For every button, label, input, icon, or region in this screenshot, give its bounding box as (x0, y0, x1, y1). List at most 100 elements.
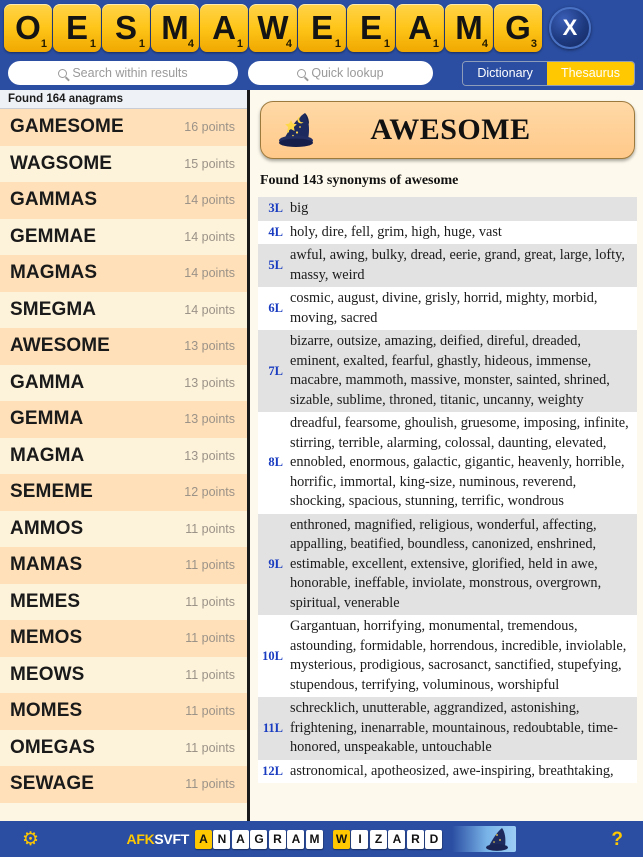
letter-tile-value: 1 (89, 38, 96, 50)
table-row[interactable]: SEMEME 12 points (0, 474, 247, 511)
synonym-length-label[interactable]: 4L (258, 221, 288, 245)
title-tile: R (268, 829, 286, 849)
anagram-word: SMEGMA (10, 298, 97, 320)
table-row[interactable]: OMEGAS 11 points (0, 729, 247, 766)
anagram-word: WAGSOME (10, 152, 113, 174)
anagram-points: 14 points (184, 302, 235, 317)
selected-word-card[interactable]: AWESOME (260, 101, 635, 159)
synonym-length-label[interactable]: 7L (258, 330, 288, 412)
table-row[interactable]: GAMMA 13 points (0, 364, 247, 401)
search-within-results-input[interactable]: Search within results (8, 61, 238, 85)
letter-tile[interactable]: O1 (4, 4, 52, 52)
anagram-points: 11 points (185, 558, 235, 573)
selected-word-label: AWESOME (370, 113, 531, 146)
anagram-word: MAMAS (10, 554, 83, 576)
help-icon[interactable]: ? (611, 830, 623, 849)
synonym-length-label[interactable]: 3L (258, 197, 288, 221)
table-row[interactable]: GAMMAS 14 points (0, 182, 247, 219)
synonym-group-row: 10L Gargantuan, horrifying, monumental, t… (258, 615, 637, 697)
table-row[interactable]: MOMES 11 points (0, 693, 247, 730)
letter-tile[interactable]: A1 (396, 4, 444, 52)
synonym-words: Gargantuan, horrifying, monumental, trem… (290, 618, 627, 693)
table-row[interactable]: GEMMAE 14 points (0, 218, 247, 255)
table-row[interactable]: MEOWS 11 points (0, 656, 247, 693)
anagram-word: AMMOS (10, 517, 84, 539)
letter-tiles: O1E1S1M4A1W4E1E1A1M4G3 (4, 4, 542, 52)
anagram-points: 11 points (185, 777, 235, 792)
title-tile: Z (369, 829, 387, 849)
anagram-word: SEWAGE (10, 773, 95, 795)
table-row[interactable]: MEMOS 11 points (0, 620, 247, 657)
table-row[interactable]: MEMES 11 points (0, 583, 247, 620)
letter-tile-value: 4 (481, 38, 488, 50)
table-row[interactable]: SMEGMA 14 points (0, 291, 247, 328)
letter-tile-value: 1 (40, 38, 47, 50)
synonym-length-label[interactable]: 11L (258, 697, 288, 760)
synonym-length-label[interactable]: 9L (258, 514, 288, 616)
app-title-tiles: ANAGRAMWIZARD (194, 829, 443, 849)
letter-tile[interactable]: M4 (445, 4, 493, 52)
synonym-group-row: 9L enthroned, magnified, religious, wonde… (258, 513, 637, 616)
table-row[interactable]: GEMMA 13 points (0, 401, 247, 438)
table-row[interactable]: MAGMA 13 points (0, 437, 247, 474)
synonym-length-label[interactable]: 5L (258, 244, 288, 287)
anagram-points: 13 points (184, 339, 235, 354)
tab-dictionary[interactable]: Dictionary (463, 61, 547, 85)
synonym-group-row: 12L astronomical, apotheosized, awe-inspi… (258, 759, 637, 784)
letter-tile[interactable]: E1 (53, 4, 101, 52)
title-tile: A (231, 829, 249, 849)
table-row[interactable]: MAGMAS 14 points (0, 255, 247, 292)
letter-tile[interactable]: S1 (102, 4, 150, 52)
letter-tile-value: 4 (187, 38, 194, 50)
synonym-length-label[interactable]: 6L (258, 287, 288, 330)
synonym-words: cosmic, august, divine, grisly, horrid, … (290, 290, 598, 326)
synonym-words: big (290, 200, 309, 216)
synonym-group-row: 5L awful, awing, bulky, dread, eerie, gra… (258, 244, 637, 287)
quick-lookup-input[interactable]: Quick lookup (248, 61, 433, 85)
close-icon[interactable]: X (549, 7, 591, 49)
letter-tile[interactable]: M4 (151, 4, 199, 52)
synonym-length-label[interactable]: 12L (258, 760, 288, 784)
anagram-word: AWESOME (10, 335, 110, 357)
anagram-word: MAGMAS (10, 262, 98, 284)
anagram-points: 14 points (184, 229, 235, 244)
table-row[interactable]: SEWAGE 11 points (0, 766, 247, 803)
synonym-length-label[interactable]: 10L (258, 615, 288, 697)
wizard-hat-icon (452, 826, 517, 852)
letter-tile[interactable]: W4 (249, 4, 297, 52)
main-split: Found 164 anagrams GAMESOME 16 points WAGS… (0, 90, 643, 821)
gear-icon[interactable]: ⚙ (22, 830, 39, 849)
table-row[interactable]: WAGSOME 15 points (0, 145, 247, 182)
anagram-word: GEMMA (10, 408, 84, 430)
synonym-count-label: Found 143 synonyms of awesome (260, 173, 459, 188)
thesaurus-panel: AWESOME Found 143 synonyms of awesome 3L… (250, 90, 643, 821)
anagram-points: 13 points (184, 448, 235, 463)
anagram-points: 11 points (185, 594, 235, 609)
brand-prefix: AFK (126, 831, 155, 847)
anagram-word: OMEGAS (10, 736, 96, 758)
table-row[interactable]: GAMESOME 16 points (0, 109, 247, 146)
anagram-points: 11 points (185, 704, 235, 719)
table-row[interactable]: AMMOS 11 points (0, 510, 247, 547)
table-row[interactable]: AWESOME 13 points (0, 328, 247, 365)
anagram-wizard-app: O1E1S1M4A1W4E1E1A1M4G3 X Search within r… (0, 0, 643, 857)
title-tile: D (425, 829, 443, 849)
letter-tile[interactable]: E1 (347, 4, 395, 52)
anagram-word: MOMES (10, 700, 83, 722)
tab-thesaurus[interactable]: Thesaurus (546, 61, 634, 85)
mode-segmented-control: Dictionary Thesaurus (462, 60, 635, 86)
anagram-points: 11 points (185, 667, 235, 682)
letter-tile[interactable]: G3 (494, 4, 542, 52)
synonym-words: schrecklich, unutterable, aggrandized, a… (290, 700, 618, 755)
letter-tile-value: 1 (138, 38, 145, 50)
letter-tile[interactable]: E1 (298, 4, 346, 52)
table-row[interactable]: MAMAS 11 points (0, 547, 247, 584)
synonym-length-label[interactable]: 8L (258, 412, 288, 514)
anagram-word: GAMMAS (10, 189, 98, 211)
synonym-group-row: 6L cosmic, august, divine, grisly, horrid… (258, 287, 637, 330)
synonym-group-row: 8L dreadful, fearsome, ghoulish, gruesome… (258, 412, 637, 514)
anagram-word: MAGMA (10, 444, 85, 466)
letter-tile[interactable]: A1 (200, 4, 248, 52)
letter-rack: O1E1S1M4A1W4E1E1A1M4G3 X (0, 0, 643, 56)
title-tile: A (388, 829, 406, 849)
